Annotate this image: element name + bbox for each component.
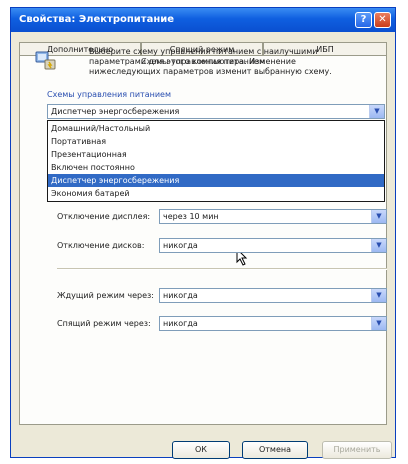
display-off-select[interactable]: через 10 мин ▼ bbox=[159, 209, 387, 224]
dropdown-option[interactable]: Включен постоянно bbox=[48, 161, 384, 174]
disks-off-label: Отключение дисков: bbox=[57, 241, 145, 250]
panel-description: Выберите схему управления питанием с наи… bbox=[89, 47, 332, 76]
display-off-label: Отключение дисплея: bbox=[57, 212, 151, 221]
dropdown-option[interactable]: Портативная bbox=[48, 135, 384, 148]
hibernate-value: никогда bbox=[163, 319, 198, 328]
window-title: Свойства: Электропитание bbox=[19, 14, 175, 25]
display-off-value: через 10 мин bbox=[163, 212, 219, 221]
chevron-down-icon[interactable]: ▼ bbox=[371, 239, 386, 252]
disks-off-value: никогда bbox=[163, 241, 198, 250]
dropdown-option[interactable]: Домашний/Настольный bbox=[48, 122, 384, 135]
dropdown-option-selected[interactable]: Диспетчер энергосбережения bbox=[48, 174, 384, 187]
chevron-down-icon[interactable]: ▼ bbox=[371, 317, 386, 330]
help-button[interactable]: ? bbox=[355, 12, 372, 28]
disks-off-select[interactable]: никогда ▼ bbox=[159, 238, 387, 253]
scheme-dropdown-list[interactable]: Домашний/Настольный Портативная Презента… bbox=[47, 120, 385, 202]
apply-button[interactable]: Применить bbox=[322, 441, 392, 459]
hibernate-select[interactable]: никогда ▼ bbox=[159, 316, 387, 331]
power-options-window: Свойства: Электропитание ? ✕ Дополнитель… bbox=[10, 7, 396, 458]
chevron-down-icon[interactable]: ▼ bbox=[371, 210, 386, 223]
hibernate-label: Спящий режим через: bbox=[57, 319, 151, 328]
ok-button[interactable]: ОК bbox=[172, 441, 230, 459]
dropdown-option[interactable]: Экономия батарей bbox=[48, 187, 384, 200]
chevron-down-icon[interactable]: ▼ bbox=[371, 289, 386, 302]
schemes-group-label: Схемы управления питанием bbox=[47, 90, 171, 99]
power-scheme-icon bbox=[35, 51, 56, 70]
chevron-down-icon[interactable]: ▼ bbox=[369, 105, 384, 118]
standby-value: никогда bbox=[163, 291, 198, 300]
separator bbox=[57, 268, 387, 270]
dropdown-option[interactable]: Презентационная bbox=[48, 148, 384, 161]
title-bar[interactable]: Свойства: Электропитание ? ✕ bbox=[11, 8, 395, 32]
scheme-select[interactable]: Диспетчер энергосбережения ▼ bbox=[47, 104, 385, 119]
standby-label: Ждущий режим через: bbox=[57, 291, 154, 300]
standby-select[interactable]: никогда ▼ bbox=[159, 288, 387, 303]
cancel-button[interactable]: Отмена bbox=[242, 441, 308, 459]
close-button[interactable]: ✕ bbox=[374, 12, 391, 28]
scheme-select-value: Диспетчер энергосбережения bbox=[51, 107, 180, 116]
